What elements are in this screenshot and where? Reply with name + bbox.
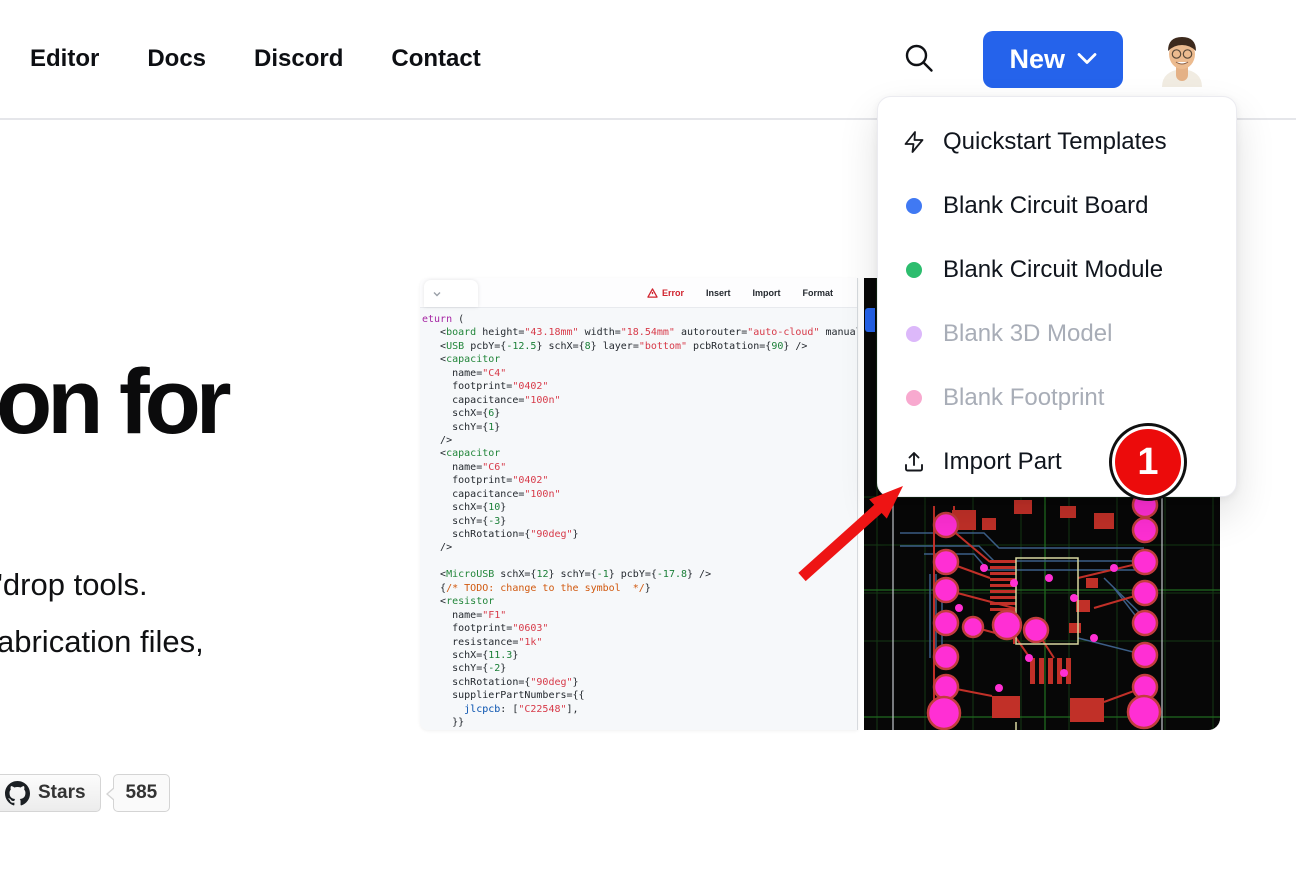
github-star-count[interactable]: 585: [113, 774, 171, 812]
code-line: <capacitor: [422, 447, 857, 460]
annotation-step-number: 1: [1115, 429, 1181, 495]
editor-error-indicator: Error: [647, 288, 684, 298]
menu-item-blank-footprint[interactable]: Blank Footprint: [878, 366, 1236, 430]
color-dot-icon: [906, 262, 922, 278]
new-button[interactable]: New: [983, 31, 1123, 88]
chevron-down-icon: [1077, 52, 1097, 66]
code-line: jlcpcb: ["C22548"],: [422, 703, 857, 716]
lightning-icon: [902, 130, 926, 154]
code-line: footprint="0603": [422, 622, 857, 635]
warning-triangle-icon: [647, 288, 658, 298]
nav-link-discord[interactable]: Discord: [254, 45, 343, 73]
editor-error-label: Error: [662, 288, 684, 298]
menu-item-blank-3d-model[interactable]: Blank 3D Model: [878, 302, 1236, 366]
hero-paragraph-fragment: 'drop tools. abrication files,: [0, 556, 204, 670]
code-line: schY={1}: [422, 421, 857, 434]
new-menu: Quickstart Templates Blank Circuit Board B…: [877, 96, 1237, 497]
nav-link-contact[interactable]: Contact: [391, 45, 480, 73]
user-avatar[interactable]: [1156, 31, 1208, 87]
run-button-sliver: [865, 308, 875, 332]
code-line: }}: [422, 716, 857, 729]
menu-item-label: Quickstart Templates: [943, 128, 1167, 156]
code-line: eturn (: [422, 313, 857, 326]
nav-link-editor[interactable]: Editor: [30, 45, 99, 73]
menu-item-label: Blank Circuit Board: [943, 192, 1148, 220]
code-line: name="C4": [422, 367, 857, 380]
menu-item-label: Blank 3D Model: [943, 320, 1112, 348]
hero-paragraph-line-2: abrication files,: [0, 613, 204, 670]
menu-item-blank-circuit-board[interactable]: Blank Circuit Board: [878, 174, 1236, 238]
code-line: capacitance="100n": [422, 394, 857, 407]
hero-paragraph-line-1: 'drop tools.: [0, 556, 204, 613]
code-line: footprint="0402": [422, 380, 857, 393]
nav-links: Editor Docs Discord Contact: [30, 45, 481, 73]
new-button-label: New: [1009, 44, 1065, 75]
code-line: name="F1": [422, 609, 857, 622]
editor-toolbar-item-insert: Insert: [706, 288, 731, 298]
user-avatar-photo: [1156, 31, 1208, 87]
search-icon: [903, 42, 935, 74]
code-line: <board height="43.18mm" width="18.54mm" …: [422, 326, 857, 339]
editor-toolbar-item-import: Import: [752, 288, 780, 298]
code-line: schX={11.3}: [422, 649, 857, 662]
code-line: <capacitor: [422, 353, 857, 366]
github-octocat-icon: [5, 781, 30, 806]
menu-item-label: Blank Circuit Module: [943, 256, 1163, 284]
github-widget: Stars 585: [0, 774, 170, 812]
code-line: schX={6}: [422, 407, 857, 420]
code-line: <resistor: [422, 595, 857, 608]
menu-item-quickstart-templates[interactable]: Quickstart Templates: [878, 110, 1236, 174]
code-line: schRotation={"90deg"}: [422, 676, 857, 689]
code-line: schY={-2}: [422, 662, 857, 675]
menu-item-label: Blank Footprint: [943, 384, 1104, 412]
caret-down-icon: [433, 291, 441, 297]
editor-file-tab: [424, 280, 478, 307]
color-dot-icon: [906, 326, 922, 342]
menu-item-import-part[interactable]: Import Part 1: [878, 430, 1236, 494]
editor-toolbar: Error Insert Import Format: [420, 278, 857, 308]
header-right-cluster: New: [902, 31, 1208, 88]
code-line: supplierPartNumbers={{: [422, 689, 857, 702]
code-line: <USB pcbY={-12.5} schX={8} layer="bottom…: [422, 340, 857, 353]
editor-toolbar-item-format: Format: [802, 288, 833, 298]
search-button[interactable]: [902, 42, 936, 76]
code-line: resistance="1k": [422, 636, 857, 649]
nav-link-docs[interactable]: Docs: [147, 45, 206, 73]
github-stars-label: Stars: [38, 782, 86, 804]
color-dot-icon: [906, 390, 922, 406]
hero-heading-fragment: on for: [0, 348, 227, 456]
github-stars-button[interactable]: Stars: [0, 774, 101, 812]
upload-icon: [902, 450, 926, 474]
code-line: />: [422, 434, 857, 447]
menu-item-label: Import Part: [943, 448, 1062, 476]
menu-item-blank-circuit-module[interactable]: Blank Circuit Module: [878, 238, 1236, 302]
annotation-arrow: [790, 477, 915, 587]
color-dot-icon: [906, 198, 922, 214]
code-line: name="C6": [422, 461, 857, 474]
annotation-step-badge: 1: [1109, 423, 1187, 501]
